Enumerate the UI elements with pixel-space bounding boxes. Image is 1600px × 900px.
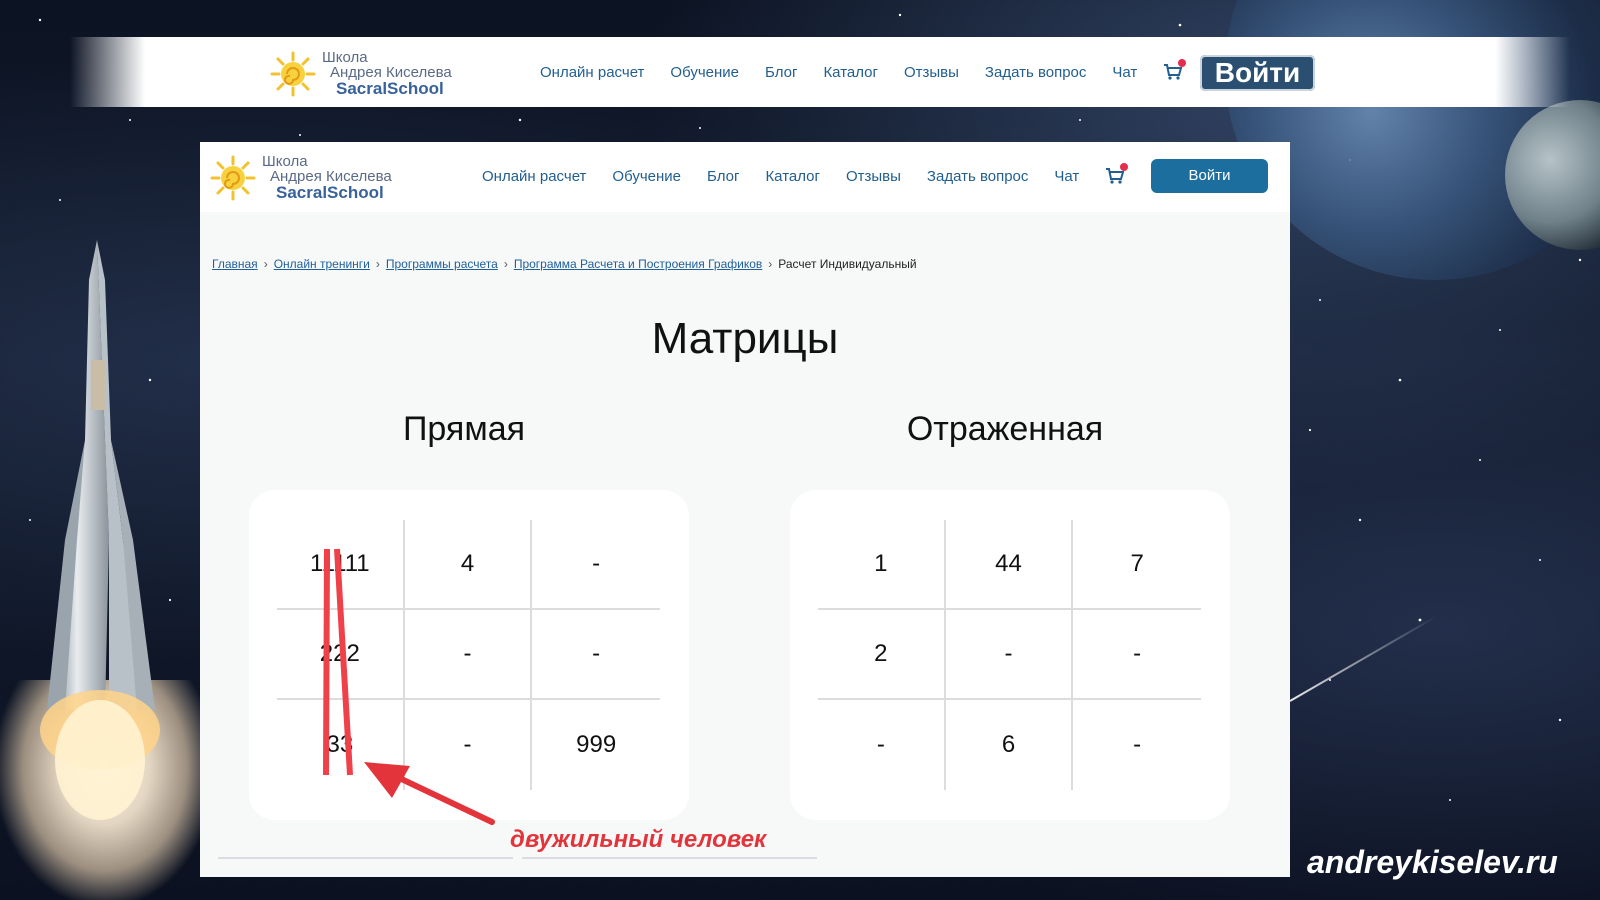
direct-matrix-title: Прямая xyxy=(402,410,526,448)
brand-line1: Школа xyxy=(262,153,308,170)
divider xyxy=(522,857,817,859)
annotation-text: двужильный человек xyxy=(510,826,767,853)
brand-line1: Школа xyxy=(322,49,368,66)
matrix-cell: 6 xyxy=(946,700,1074,790)
matrix-cell: 7 xyxy=(1073,520,1201,610)
brand-line2: Андрея Киселева xyxy=(270,168,392,185)
outer-logo[interactable]: Школа Андрея Киселева SacralSchool xyxy=(270,50,452,97)
matrix-cell: 999 xyxy=(576,731,617,758)
matrix-cell: 1 xyxy=(818,520,946,610)
login-button[interactable]: Войти xyxy=(1151,159,1268,193)
matrix-cell: - xyxy=(1073,610,1201,700)
reflected-matrix-grid: 1 44 7 2 - - - 6 - xyxy=(818,520,1201,790)
matrix-cell: - xyxy=(404,610,533,700)
nav-blog[interactable]: Блог xyxy=(707,168,739,185)
sun-logo-icon xyxy=(270,51,316,96)
matrix-cell: - xyxy=(945,610,1074,700)
cart-icon[interactable] xyxy=(1105,163,1129,185)
matrix-cell: - xyxy=(532,610,660,700)
breadcrumb-link[interactable]: Программа Расчета и Построения Графиков xyxy=(514,257,762,271)
outer-nav-ask[interactable]: Задать вопрос xyxy=(985,64,1086,81)
divider xyxy=(218,857,513,859)
nav-reviews[interactable]: Отзывы xyxy=(846,168,901,185)
breadcrumb: Главная › Онлайн тренинги › Программы ра… xyxy=(212,257,917,271)
matrix-cell: 44 xyxy=(945,520,1074,610)
brand-line3: SacralSchool xyxy=(336,79,444,98)
nav-online[interactable]: Онлайн расчет xyxy=(482,168,586,185)
annotation-double-line xyxy=(323,548,353,776)
outer-cart-icon[interactable] xyxy=(1163,59,1187,81)
matrix-cell: - xyxy=(1133,731,1142,758)
comet-streak xyxy=(1289,615,1438,702)
breadcrumb-current: Расчет Индивидуальный xyxy=(778,257,917,271)
outer-nav-menu: Онлайн расчет Обучение Блог Каталог Отзы… xyxy=(540,59,1217,81)
outer-nav-online[interactable]: Онлайн расчет xyxy=(540,64,644,81)
nav-catalog[interactable]: Каталог xyxy=(765,168,820,185)
annotation-arrow-icon xyxy=(364,762,495,825)
breadcrumb-chevron-icon: › xyxy=(768,257,773,271)
outer-nav-chat[interactable]: Чат xyxy=(1112,64,1137,81)
breadcrumb-chevron-icon: › xyxy=(375,257,380,271)
outer-nav-training[interactable]: Обучение xyxy=(670,64,739,81)
nav-training[interactable]: Обучение xyxy=(612,168,681,185)
brand-line2: Андрея Киселева xyxy=(330,64,452,81)
matrix-cell: - xyxy=(818,700,946,790)
reflected-matrix-title: Отраженная xyxy=(906,410,1104,448)
sun-logo-icon xyxy=(210,155,256,200)
site-header: Школа Андрея Киселева SacralSchool Онлай… xyxy=(200,142,1290,212)
matrix-cell: - xyxy=(532,520,660,610)
matrix-cell: 2 xyxy=(818,610,946,700)
rocket-image xyxy=(40,240,160,820)
breadcrumb-link[interactable]: Программы расчета xyxy=(386,257,498,271)
site-watermark: andreykiselev.ru xyxy=(1307,844,1558,880)
nav-chat[interactable]: Чат xyxy=(1054,168,1079,185)
breadcrumb-chevron-icon: › xyxy=(263,257,268,271)
brand-line3: SacralSchool xyxy=(276,183,384,202)
nav-ask[interactable]: Задать вопрос xyxy=(927,168,1028,185)
outer-nav-blog[interactable]: Блог xyxy=(765,64,797,81)
breadcrumb-chevron-icon: › xyxy=(503,257,508,271)
outer-nav-catalog[interactable]: Каталог xyxy=(823,64,878,81)
page-title: Матрицы xyxy=(651,314,839,363)
matrix-cell: 4 xyxy=(404,520,533,610)
breadcrumb-link[interactable]: Онлайн тренинги xyxy=(274,257,370,271)
breadcrumb-link[interactable]: Главная xyxy=(212,257,258,271)
outer-nav-reviews[interactable]: Отзывы xyxy=(904,64,959,81)
outer-login-button[interactable]: Войти xyxy=(1200,55,1315,91)
outer-header: Школа Андрея Киселева SacralSchool Онлай… xyxy=(70,37,1570,107)
site-logo[interactable]: Школа Андрея Киселева SacralSchool xyxy=(210,154,392,201)
nav-menu: Онлайн расчет Обучение Блог Каталог Отзы… xyxy=(482,163,1159,185)
reflected-matrix-card: 1 44 7 2 - - - 6 - xyxy=(790,490,1230,820)
